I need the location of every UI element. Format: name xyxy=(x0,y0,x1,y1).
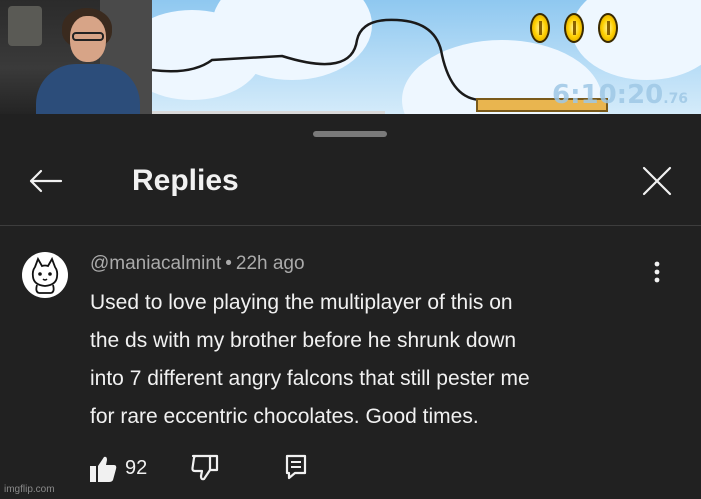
back-button[interactable] xyxy=(22,158,68,204)
arrow-left-icon xyxy=(29,169,63,193)
more-vertical-icon xyxy=(654,261,660,283)
avatar[interactable] xyxy=(22,252,68,298)
like-count: 92 xyxy=(125,457,148,479)
game-footage: 6:10:20.76 xyxy=(152,0,701,114)
thumbs-up-icon xyxy=(90,456,117,482)
coin-icon xyxy=(564,13,584,43)
coin-icon xyxy=(598,13,618,43)
comment-line: into 7 different angry falcons that stil… xyxy=(90,367,530,390)
comment-text: Used to love playing the multiplayer of … xyxy=(90,284,670,436)
coin-icon xyxy=(530,13,550,43)
webcam-overlay xyxy=(0,0,152,114)
comment-reply-icon xyxy=(285,454,307,480)
close-icon xyxy=(642,166,672,196)
page-title: Replies xyxy=(132,164,239,197)
speedrun-timer: 6:10:20.76 xyxy=(552,80,689,110)
dislike-button[interactable] xyxy=(190,452,220,482)
comment-line: Used to love playing the multiplayer of … xyxy=(90,291,513,314)
more-options-button[interactable] xyxy=(645,258,669,286)
cat-avatar-icon xyxy=(31,256,59,294)
replies-panel: Replies @maniacalmint • 22h ago Used to lo… xyxy=(0,114,701,499)
header-divider xyxy=(0,225,701,226)
thumbs-down-icon xyxy=(191,454,219,481)
comment-line: the ds with my brother before he shrunk … xyxy=(90,329,517,352)
comment-line: for rare eccentric chocolates. Good time… xyxy=(90,405,479,428)
close-button[interactable] xyxy=(634,158,680,204)
video-player[interactable]: 6:10:20.76 xyxy=(0,0,701,114)
meta-separator: • xyxy=(225,253,232,274)
drag-handle[interactable] xyxy=(313,131,387,137)
like-button[interactable] xyxy=(88,454,118,484)
comment-author[interactable]: @maniacalmint xyxy=(90,253,221,274)
reply-button[interactable] xyxy=(285,454,311,482)
comment-meta: @maniacalmint • 22h ago xyxy=(90,253,305,275)
comment-age: 22h ago xyxy=(235,253,305,274)
watermark: imgflip.com xyxy=(4,484,55,495)
